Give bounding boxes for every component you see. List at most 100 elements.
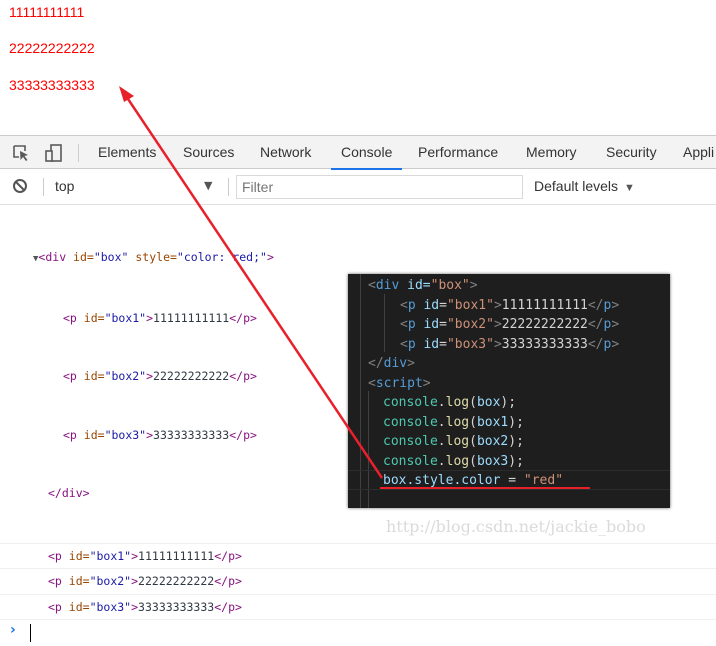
tag-close: > [146, 310, 154, 325]
token: "box1" [446, 297, 494, 313]
text-node: 22222222222 [138, 574, 215, 588]
token: id= [399, 278, 431, 293]
attr-value: "box3" [89, 599, 132, 614]
code-line-p1: <p id="box1">11111111111</p> [400, 297, 620, 313]
tag-end: </p> [229, 310, 257, 325]
console-toolbar: top ▼ Filter Default levels ▼ [0, 169, 716, 205]
log-levels-dropdown[interactable]: Default levels ▼ [534, 178, 635, 194]
console-entry-box2[interactable]: <p id="box2">22222222222</p> [0, 569, 716, 595]
tab-network[interactable]: Network [260, 136, 311, 169]
attr-value: "box1" [104, 310, 147, 325]
code-line-script-open: <script> [348, 374, 690, 394]
code-line-log-box2: console.log(box2); [383, 434, 524, 449]
attr-name: style= [128, 250, 177, 264]
div-open-line: ▼<div id="box" style="color: red;"> [33, 248, 716, 270]
token: console [383, 395, 438, 410]
annotation-arrowhead-icon [119, 86, 134, 102]
tab-security[interactable]: Security [606, 136, 657, 169]
token: = [500, 473, 524, 488]
token: log [445, 453, 470, 469]
page-paragraph-box3: 33333333333 [9, 77, 95, 93]
text-node: 33333333333 [153, 427, 230, 442]
attr-name: id= [61, 574, 90, 588]
page-paragraph-box2: 22222222222 [9, 40, 95, 56]
prompt-chevron-icon: › [10, 622, 16, 638]
attr-value: "box1" [89, 548, 132, 563]
toolbar-divider [78, 144, 79, 162]
tag-close: > [131, 548, 139, 563]
token: div [383, 356, 408, 371]
console-entry-box1[interactable]: <p id="box1">11111111111</p> [0, 544, 716, 569]
attr-value: "color: red;" [176, 250, 267, 264]
page-paragraph-box1: 11111111111 [9, 4, 85, 20]
token: > [469, 278, 478, 293]
tab-application[interactable]: Appli [683, 136, 714, 169]
console-entry-box3[interactable]: <p id="box3">33333333333</p> [0, 595, 716, 620]
tag-end: </p> [214, 599, 242, 614]
tag-name: <p [48, 599, 62, 614]
token: log [445, 414, 470, 430]
attr-value: "box3" [104, 427, 147, 442]
code-line-div-open: <div id="box"> [348, 276, 690, 296]
tag-name: <p [63, 310, 77, 325]
attr-name: id= [76, 310, 105, 325]
code-line-log-box3: console.log(box3); [383, 453, 524, 469]
token: > [407, 356, 415, 371]
token: 22222222222 [501, 317, 588, 332]
tag-end: </p> [214, 574, 242, 588]
token: < [368, 278, 376, 293]
code-line-div-close: </div> [348, 354, 690, 374]
token: < [368, 375, 376, 391]
attr-name: id= [76, 427, 105, 442]
console-prompt-line[interactable]: › [0, 620, 716, 646]
token: </ [368, 356, 384, 371]
toolbar-divider [228, 178, 229, 196]
token: console [383, 414, 438, 430]
token: "box3" [446, 336, 494, 352]
code-line-p2: <p id="box2">22222222222</p> [400, 317, 620, 332]
attr-name: id= [61, 599, 90, 614]
tab-sources[interactable]: Sources [183, 136, 234, 169]
code-line-log-box1: console.log(box1); [383, 414, 524, 430]
tag-name: <p [48, 548, 62, 563]
text-node: 11111111111 [138, 548, 215, 563]
token: box.style.color [383, 473, 501, 488]
text-caret [30, 624, 31, 642]
attr-name: id= [66, 250, 94, 264]
token: "box2" [446, 317, 494, 332]
tag-close: > [131, 574, 139, 588]
tag-name: <p [63, 427, 77, 442]
tag-close: > [146, 427, 154, 442]
watermark: http://blog.csdn.net/jackie_bobo [386, 517, 646, 536]
attr-name: id= [61, 548, 90, 563]
filter-input[interactable]: Filter [236, 175, 523, 199]
context-dropdown-arrow-icon[interactable]: ▼ [204, 179, 212, 192]
log-levels-label: Default levels [534, 178, 619, 194]
tag-end: </p> [214, 548, 242, 563]
device-toolbar-icon[interactable] [44, 143, 64, 163]
token: script [375, 375, 423, 391]
token: div [375, 278, 400, 293]
tab-performance[interactable]: Performance [418, 136, 498, 169]
tag-end: </p> [229, 369, 257, 383]
text-node: 11111111111 [153, 310, 230, 325]
attr-name: id= [76, 369, 105, 383]
inspect-element-icon[interactable] [11, 143, 31, 163]
tag-close: > [146, 369, 154, 383]
token: "red" [523, 473, 564, 488]
tag-close: > [131, 599, 139, 614]
tab-memory[interactable]: Memory [526, 136, 577, 169]
clear-console-icon[interactable] [13, 179, 27, 193]
dropdown-arrow-icon: ▼ [624, 182, 635, 194]
tab-console[interactable]: Console [330, 136, 403, 170]
attr-value: "box" [93, 250, 129, 264]
tag-name: <div [38, 250, 67, 264]
tab-elements[interactable]: Elements [98, 136, 156, 169]
context-selector[interactable]: top [55, 178, 74, 194]
text-node: 22222222222 [153, 369, 230, 383]
token: "box" [430, 278, 470, 293]
toolbar-divider [43, 178, 44, 196]
code-line-p3: <p id="box3">33333333333</p> [400, 336, 620, 352]
token: log [445, 395, 470, 410]
tag-close: > [266, 250, 274, 264]
